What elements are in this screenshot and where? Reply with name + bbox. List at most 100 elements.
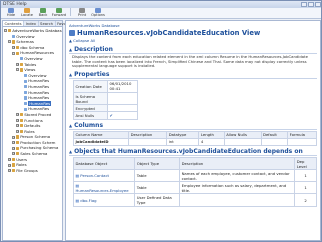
tab-search[interactable]: Search	[39, 21, 56, 26]
book-icon	[12, 157, 16, 162]
expand-toggle-icon[interactable]: +	[8, 157, 11, 161]
toolbar-button-label: Print	[77, 13, 87, 17]
help-window: DTSE Help Hide Locate Back Forward Print Opti…	[0, 0, 322, 242]
book-icon	[12, 169, 16, 173]
column-header: Description	[179, 156, 296, 171]
table-cell	[179, 193, 296, 207]
section-title: Properties	[74, 70, 110, 78]
expand-toggle-icon[interactable]: +	[12, 46, 15, 50]
tab-contents[interactable]: Contents	[3, 21, 25, 26]
expand-toggle-icon[interactable]: +	[8, 169, 11, 173]
expand-toggle-icon[interactable]: +	[16, 113, 19, 117]
close-button[interactable]	[315, 2, 321, 7]
collapse-toggle-icon[interactable]: -	[8, 40, 11, 44]
options-button[interactable]: Options	[90, 7, 106, 17]
property-value	[107, 104, 138, 113]
back-button[interactable]: Back	[35, 7, 51, 17]
collapse-toggle-icon[interactable]: -	[4, 29, 7, 33]
maximize-button[interactable]	[308, 2, 314, 7]
page-title: HumanResources.vJobCandidateEducation Vi…	[77, 29, 261, 37]
property-row: Encrypted	[73, 104, 138, 113]
object-link[interactable]: HumanResources.Employee	[76, 188, 129, 193]
property-value	[107, 91, 138, 106]
table-row: ▦ HumanResources.Employee Table Employee i…	[72, 181, 317, 195]
page-icon	[24, 107, 28, 111]
table-cell[interactable]: ▦ HumanResources.Employee	[72, 181, 136, 195]
object-link[interactable]: Person.Contact	[80, 173, 109, 178]
tree-node[interactable]: + File Groups	[4, 168, 62, 174]
expand-toggle-icon[interactable]: +	[16, 124, 19, 128]
expand-toggle-icon[interactable]: +	[12, 146, 15, 150]
book-icon	[12, 163, 16, 167]
back-icon	[40, 7, 46, 13]
breadcrumb[interactable]: AdventureWorks Database	[66, 21, 320, 28]
table-row: ▦ Person.Contact Table Names of each emplo…	[72, 169, 317, 183]
expand-toggle-icon[interactable]: +	[12, 152, 15, 156]
toolbar-button-label: Forward	[51, 13, 67, 17]
property-name: Creation Date	[73, 79, 108, 93]
collapse-arrow-icon: ▲	[69, 71, 73, 77]
book-icon	[20, 129, 24, 134]
columns-section-header[interactable]: ▲ Columns	[69, 122, 317, 130]
tab-index[interactable]: Index	[24, 21, 39, 26]
minimize-button[interactable]	[301, 2, 307, 7]
properties-section-header[interactable]: ▲ Properties	[69, 71, 317, 79]
table-cell[interactable]: ▦ Person.Contact	[72, 169, 136, 183]
expand-toggle-icon[interactable]: +	[16, 129, 19, 133]
options-icon	[95, 7, 101, 13]
table-cell[interactable]: ▦ dbo.Flag	[72, 193, 136, 207]
table-cell: Names of each employee, customer contact…	[179, 169, 296, 183]
page-icon	[24, 85, 28, 89]
table-cell	[287, 137, 317, 146]
property-value: ✔	[107, 111, 138, 120]
book-icon	[16, 51, 20, 55]
collapse-toggle-icon[interactable]: -	[12, 51, 15, 55]
tree-node-label: File Groups	[16, 167, 38, 173]
collapse-all-link[interactable]: ▲ Collapse All	[66, 37, 320, 44]
book-icon	[20, 68, 24, 72]
locate-icon	[24, 7, 30, 13]
forward-button[interactable]: Forward	[51, 7, 67, 17]
expand-toggle-icon[interactable]: +	[8, 163, 11, 167]
properties-table: Creation Date 06/01/2010 00:41 Is Schema B…	[73, 79, 138, 120]
expand-toggle-icon[interactable]: +	[16, 62, 19, 66]
book-icon	[16, 45, 20, 50]
collapse-toggle-icon[interactable]: -	[16, 68, 19, 72]
toolbar: Hide Locate Back Forward Print Options	[1, 7, 321, 19]
hide-button[interactable]: Hide	[3, 7, 19, 17]
window-title: DTSE Help	[3, 2, 27, 7]
expand-toggle-icon[interactable]: +	[16, 118, 19, 122]
locate-button[interactable]: Locate	[19, 7, 35, 17]
property-name: Is Schema Bound	[73, 91, 108, 106]
table-cell: Employee information such as salary, dep…	[179, 181, 296, 195]
column-header: Allow Nulls	[223, 130, 262, 139]
column-header: Database Object	[72, 156, 136, 171]
page-icon	[20, 57, 24, 61]
table-cell: Table	[134, 169, 181, 183]
print-button[interactable]: Print	[74, 7, 90, 17]
expand-toggle-icon[interactable]: +	[12, 141, 15, 145]
description-text: Displays the content from each education…	[72, 54, 308, 69]
column-header: Dep Level	[294, 156, 317, 171]
column-header: Formula	[287, 130, 317, 139]
property-name: Ansi Nulls	[73, 111, 108, 120]
table-cell	[223, 137, 262, 146]
contents-tree: - AdventureWorks Database Overview - Schemas…	[3, 27, 62, 173]
book-icon	[16, 146, 20, 150]
description-section-header[interactable]: ▲ Description	[69, 46, 317, 54]
expand-toggle-icon[interactable]: +	[12, 135, 15, 139]
columns-header-row: Column Name Description Datatype Length Allo…	[72, 130, 317, 139]
toolbar-button-label: Locate	[21, 13, 33, 17]
collapse-arrow-icon: ▲	[69, 148, 73, 154]
section-title: Columns	[74, 121, 104, 129]
object-link[interactable]: dbo.Flag	[80, 198, 96, 203]
column-header: Length	[198, 130, 225, 139]
table-cell: JobCandidateID	[72, 137, 130, 146]
section-title: Objects that HumanResources.vJobCandidat…	[74, 147, 303, 155]
depends-section-header[interactable]: ▲ Objects that HumanResources.vJobCandid…	[69, 148, 317, 156]
book-icon	[20, 62, 24, 66]
